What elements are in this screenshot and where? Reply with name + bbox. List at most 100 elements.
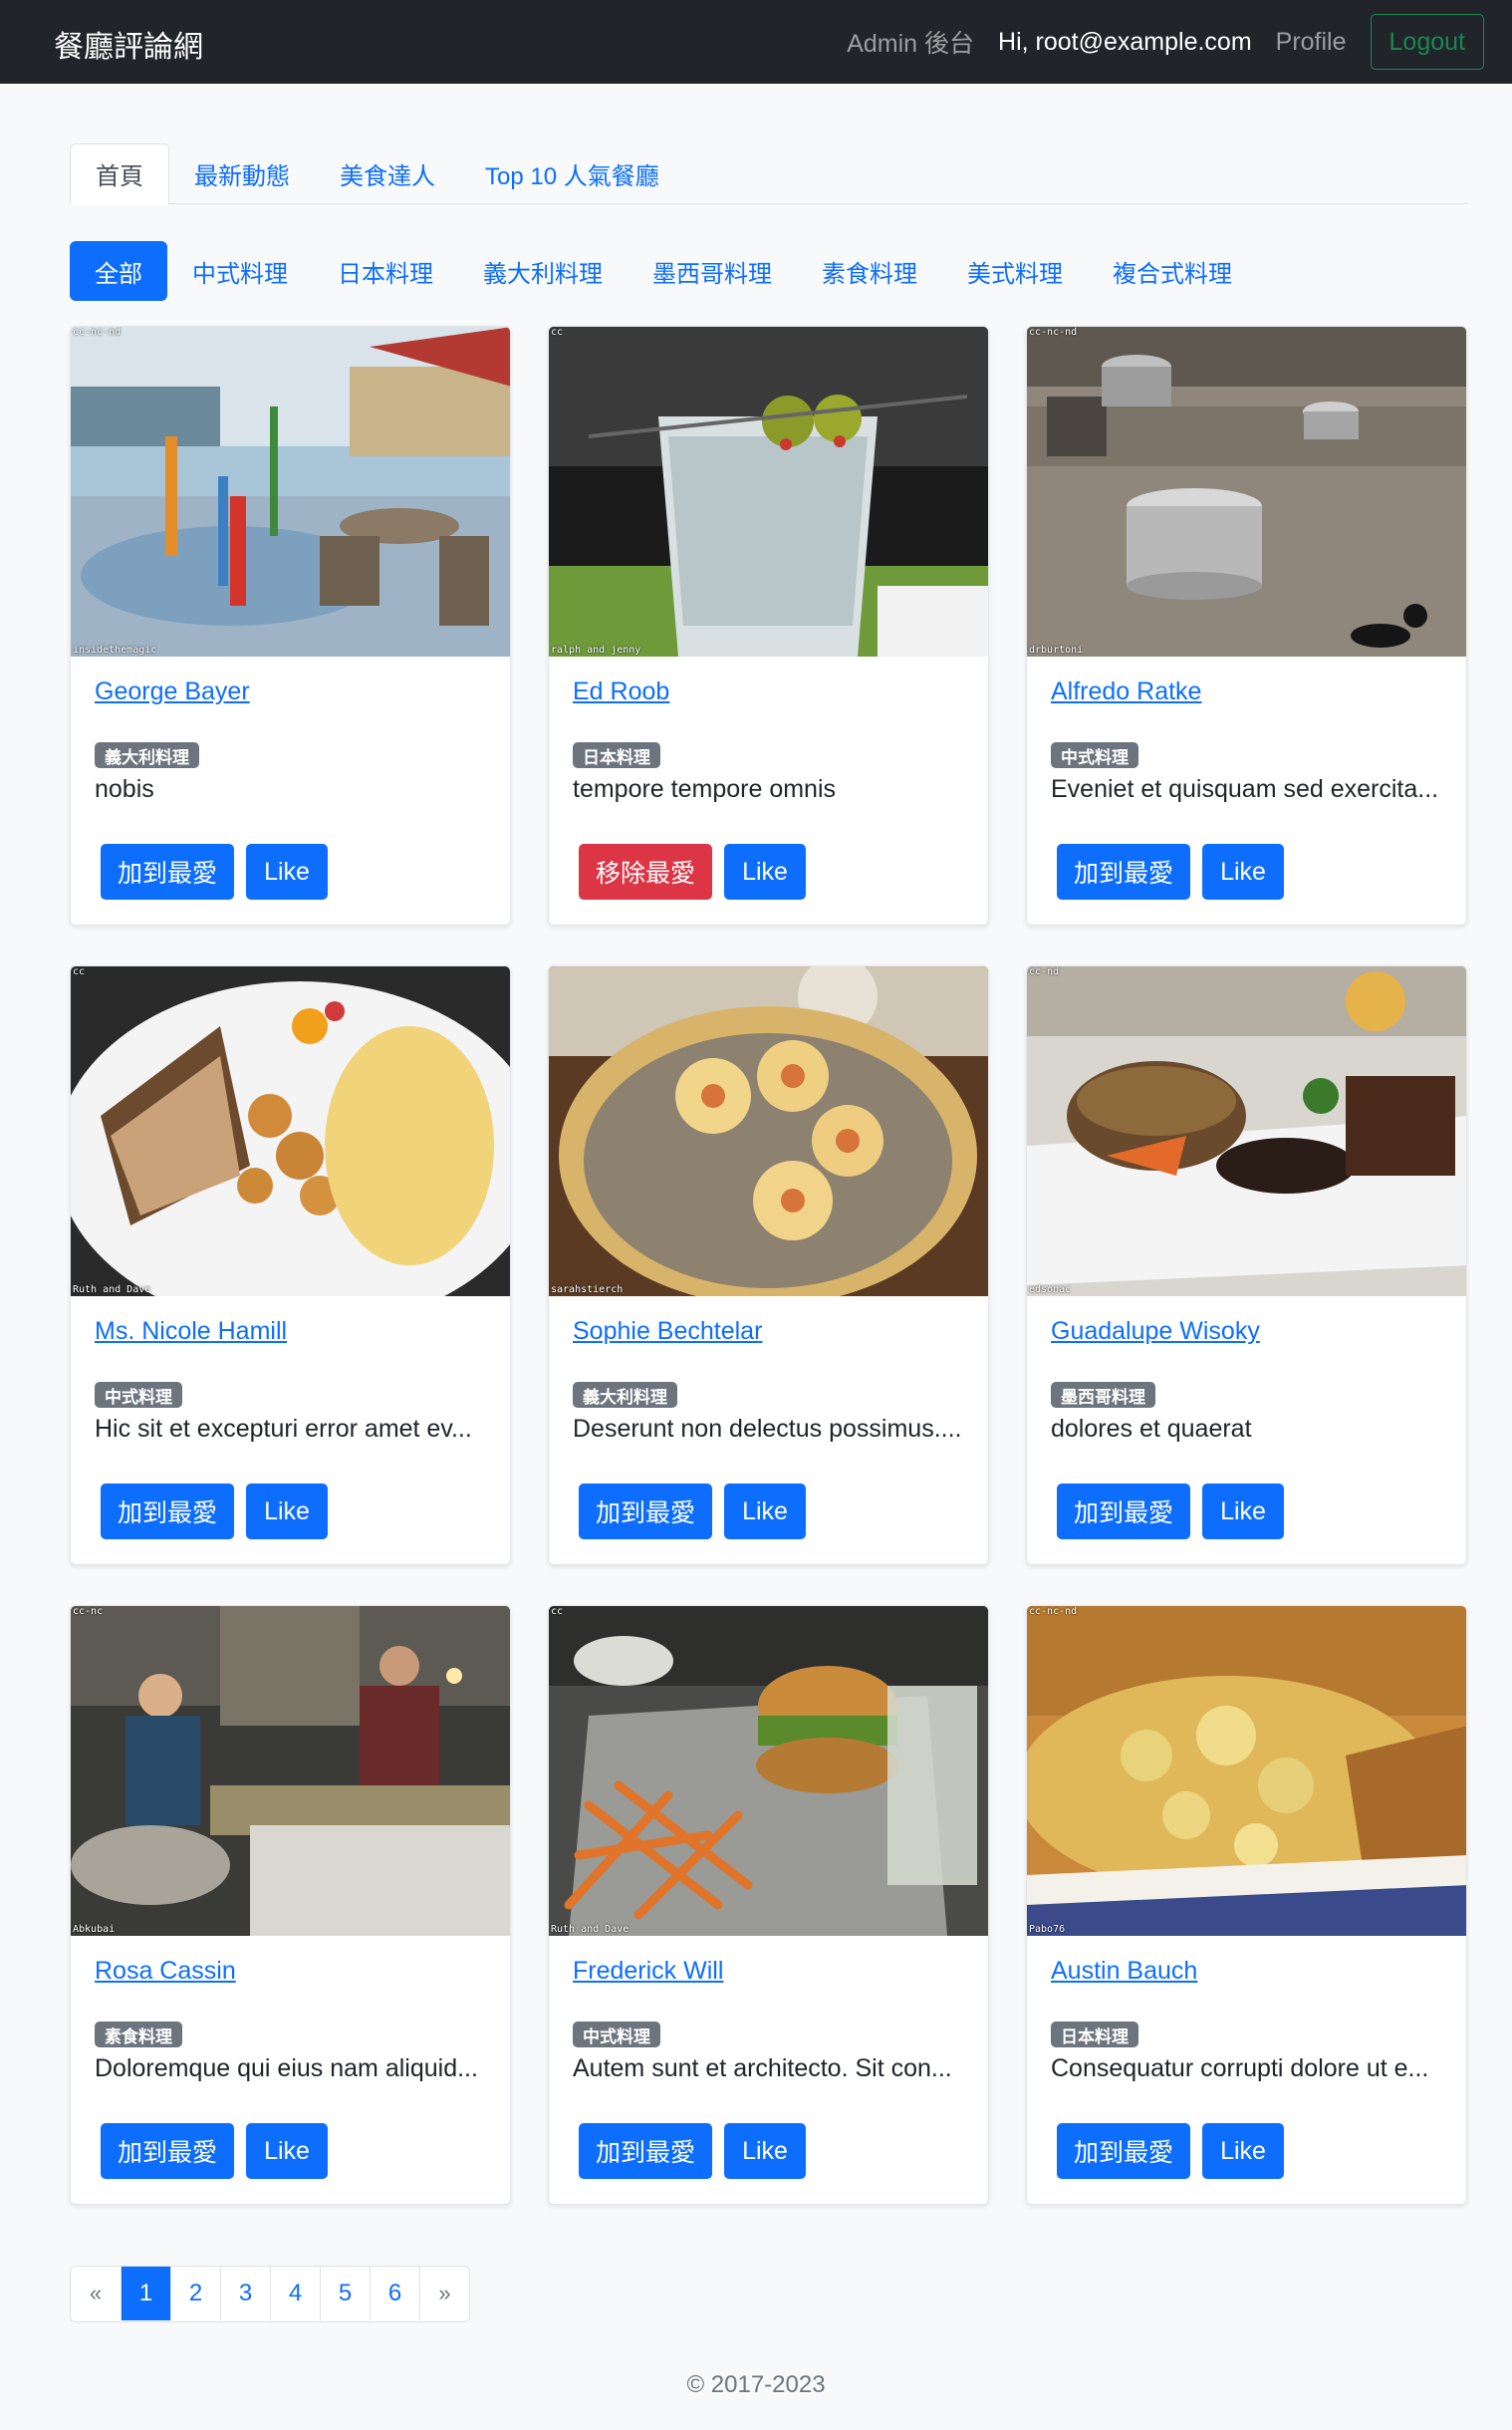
like-button[interactable]: Like (246, 1484, 328, 1539)
tab-users[interactable]: 美食達人 (315, 143, 460, 203)
restaurant-card: sarahstierch Sophie Bechtelar 義大利料理 Dese… (548, 965, 989, 1565)
restaurant-name-link[interactable]: George Bayer (95, 677, 250, 706)
restaurant-name-link[interactable]: Austin Bauch (1051, 1957, 1197, 1986)
restaurant-card: cc-nd edsonac Guadalupe Wisoky 墨西哥料理 dol… (1026, 965, 1467, 1565)
page-6[interactable]: 6 (370, 2267, 419, 2320)
photo-credit: Ruth and Dave (73, 1284, 151, 1295)
restaurant-card: cc-nc-nd drburtoni Alfredo Ratke 中式料理 Ev… (1026, 326, 1467, 926)
photo-credit: Abkubai (73, 1924, 116, 1935)
restaurant-description: Autem sunt et architecto. Sit con... (573, 2054, 952, 2082)
photo-credit: edsonac (1029, 1284, 1072, 1295)
restaurant-photo[interactable]: cc-nc-nd Pabo76 (1027, 1606, 1466, 1936)
restaurant-name-link[interactable]: Frederick Will (573, 1957, 723, 1986)
category-japanese[interactable]: 日本料理 (313, 241, 458, 301)
restaurant-card: cc-nc-nd Pabo76 Austin Bauch 日本料理 Conseq… (1026, 1605, 1467, 2205)
restaurant-photo[interactable]: cc-nc-nd insidethemagic (71, 327, 510, 657)
page-3[interactable]: 3 (220, 2267, 270, 2320)
brand-link[interactable]: 餐廳評論網 (54, 22, 203, 66)
add-favorite-button[interactable]: 加到最愛 (1057, 844, 1190, 900)
photo-credit: sarahstierch (551, 1284, 624, 1295)
restaurant-name-link[interactable]: Alfredo Ratke (1051, 677, 1201, 706)
category-badge: 中式料理 (1051, 742, 1138, 768)
license-tag: cc (551, 1606, 564, 1617)
like-button[interactable]: Like (724, 1484, 806, 1539)
user-greeting: Hi, root@example.com (998, 27, 1252, 56)
restaurant-photo[interactable]: cc Ruth and Dave (549, 1606, 988, 1936)
category-american[interactable]: 美式料理 (942, 241, 1088, 301)
category-badge: 義大利料理 (573, 1382, 677, 1408)
add-favorite-button[interactable]: 加到最愛 (1057, 2123, 1190, 2179)
category-badge: 中式料理 (95, 1382, 182, 1408)
page-5[interactable]: 5 (320, 2267, 370, 2320)
like-button[interactable]: Like (246, 2123, 328, 2179)
like-button[interactable]: Like (724, 844, 806, 900)
category-mexican[interactable]: 墨西哥料理 (628, 241, 797, 301)
restaurant-name-link[interactable]: Ms. Nicole Hamill (95, 1317, 287, 1346)
remove-favorite-button[interactable]: 移除最愛 (579, 844, 712, 900)
category-fusion[interactable]: 複合式料理 (1088, 241, 1257, 301)
restaurant-name-link[interactable]: Rosa Cassin (95, 1957, 236, 1986)
nav-right: Admin 後台 Hi, root@example.com Profile Lo… (823, 14, 1484, 70)
restaurant-description: tempore tempore omnis (573, 775, 837, 803)
main-tabs: 首頁 最新動態 美食達人 Top 10 人氣餐廳 (70, 143, 1468, 205)
restaurant-photo[interactable]: cc ralph and jenny (549, 327, 988, 657)
page-next[interactable]: » (419, 2267, 469, 2320)
restaurant-name-link[interactable]: Guadalupe Wisoky (1051, 1317, 1260, 1346)
restaurant-description: Consequatur corrupti dolore ut e... (1051, 2054, 1429, 2082)
restaurant-photo[interactable]: sarahstierch (549, 966, 988, 1296)
restaurant-name-link[interactable]: Ed Roob (573, 677, 669, 706)
admin-link[interactable]: Admin 後台 (847, 24, 974, 60)
category-italian[interactable]: 義大利料理 (458, 241, 628, 301)
license-tag: cc-nc-nd (1029, 1606, 1078, 1617)
footer-copyright: © 2017-2023 (686, 2371, 826, 2398)
like-button[interactable]: Like (724, 2123, 806, 2179)
like-button[interactable]: Like (1202, 2123, 1284, 2179)
add-favorite-button[interactable]: 加到最愛 (579, 2123, 712, 2179)
tab-top10[interactable]: Top 10 人氣餐廳 (460, 143, 684, 203)
page-1[interactable]: 1 (121, 2267, 170, 2320)
restaurant-photo[interactable]: cc-nc-nd drburtoni (1027, 327, 1466, 657)
category-badge: 中式料理 (573, 2022, 660, 2047)
like-button[interactable]: Like (246, 844, 328, 900)
restaurant-card: cc ralph and jenny Ed Roob 日本料理 tempore … (548, 326, 989, 926)
like-button[interactable]: Like (1202, 1484, 1284, 1539)
add-favorite-button[interactable]: 加到最愛 (101, 844, 234, 900)
restaurant-description: Doloremque qui eius nam aliquid... (95, 2054, 478, 2082)
add-favorite-button[interactable]: 加到最愛 (101, 2123, 234, 2179)
license-tag: cc (73, 966, 86, 977)
profile-link[interactable]: Profile (1276, 28, 1347, 57)
photo-credit: drburtoni (1029, 645, 1084, 656)
category-badge: 墨西哥料理 (1051, 1382, 1155, 1408)
restaurant-description: Deserunt non delectus possimus.... (573, 1415, 962, 1443)
page-prev[interactable]: « (71, 2267, 121, 2320)
logout-button[interactable]: Logout (1370, 14, 1484, 70)
photo-credit: Ruth and Dave (551, 1924, 630, 1935)
restaurant-photo[interactable]: cc-nc Abkubai (71, 1606, 510, 1936)
pagination: « 1 2 3 4 5 6 » (70, 2266, 470, 2322)
category-all[interactable]: 全部 (70, 241, 167, 301)
add-favorite-button[interactable]: 加到最愛 (579, 1484, 712, 1539)
like-button[interactable]: Like (1202, 844, 1284, 900)
restaurant-description: Hic sit et excepturi error amet ev... (95, 1415, 472, 1443)
restaurant-card: cc-nc Abkubai Rosa Cassin 素食料理 Doloremqu… (70, 1605, 511, 2205)
restaurant-name-link[interactable]: Sophie Bechtelar (573, 1317, 762, 1346)
license-tag: cc-nd (1029, 966, 1060, 977)
restaurant-card: cc-nc-nd insidethemagic George Bayer 義大利… (70, 326, 511, 926)
restaurant-photo[interactable]: cc Ruth and Dave (71, 966, 510, 1296)
tab-home[interactable]: 首頁 (70, 143, 169, 205)
category-badge: 日本料理 (573, 742, 660, 768)
category-vegetarian[interactable]: 素食料理 (797, 241, 942, 301)
photo-credit: Pabo76 (1029, 1924, 1066, 1935)
photo-credit: insidethemagic (73, 645, 157, 656)
page-4[interactable]: 4 (270, 2267, 320, 2320)
add-favorite-button[interactable]: 加到最愛 (1057, 1484, 1190, 1539)
restaurant-card: cc Ruth and Dave Ms. Nicole Hamill 中式料理 … (70, 965, 511, 1565)
add-favorite-button[interactable]: 加到最愛 (101, 1484, 234, 1539)
restaurant-description: nobis (95, 775, 154, 803)
category-badge: 義大利料理 (95, 742, 199, 768)
category-badge: 素食料理 (95, 2022, 182, 2047)
category-chinese[interactable]: 中式料理 (167, 241, 313, 301)
page-2[interactable]: 2 (170, 2267, 220, 2320)
restaurant-photo[interactable]: cc-nd edsonac (1027, 966, 1466, 1296)
tab-feeds[interactable]: 最新動態 (169, 143, 315, 203)
